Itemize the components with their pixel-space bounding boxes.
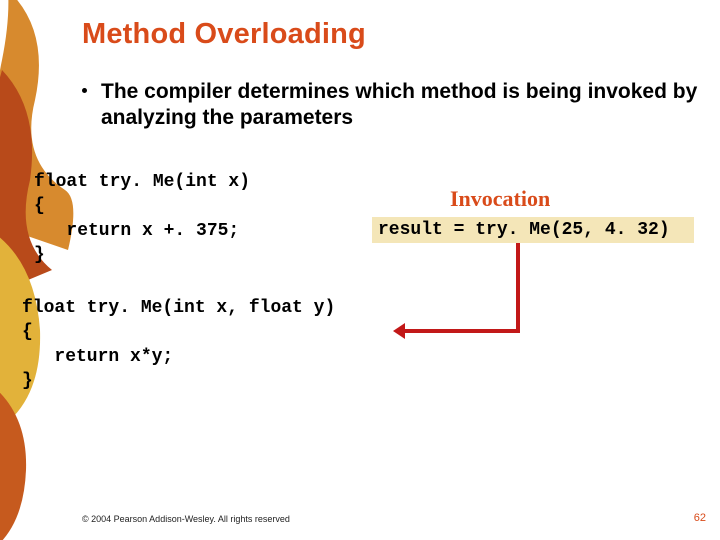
slide-content: Method Overloading The compiler determin… — [82, 18, 702, 512]
bullet-item: The compiler determines which method is … — [82, 79, 702, 132]
slide-title: Method Overloading — [82, 18, 702, 51]
bullet-dot-icon — [82, 88, 87, 93]
bullet-text: The compiler determines which method is … — [101, 79, 702, 132]
copyright-text: © 2004 Pearson Addison-Wesley. All right… — [82, 514, 290, 524]
page-number: 62 — [694, 512, 706, 524]
